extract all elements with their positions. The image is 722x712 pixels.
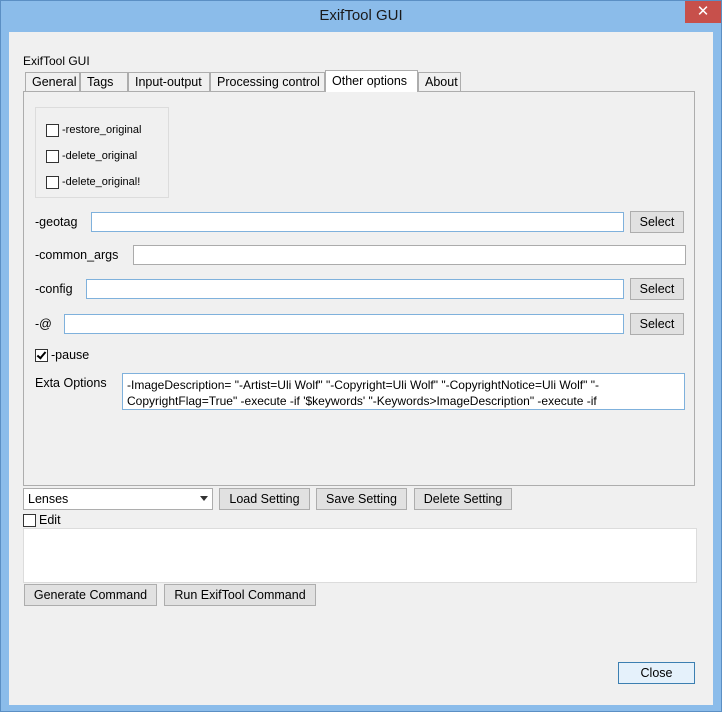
delete-original-force-option[interactable]: -delete_original! — [46, 175, 140, 191]
pause-label: -pause — [51, 348, 90, 362]
command-output[interactable] — [23, 528, 697, 583]
save-setting-button[interactable]: Save Setting — [316, 488, 407, 510]
argfile-label: -@ — [35, 317, 52, 331]
extra-options-label: Exta Options — [35, 376, 107, 390]
delete-original-checkbox[interactable] — [46, 149, 59, 163]
pause-option[interactable]: -pause — [35, 348, 89, 364]
argfile-input[interactable] — [64, 314, 624, 334]
generate-command-button[interactable]: Generate Command — [24, 584, 157, 606]
delete-original-label: -delete_original — [62, 150, 138, 162]
geotag-label: -geotag — [35, 215, 78, 229]
window-title: ExifTool GUI — [319, 7, 403, 24]
config-select-button[interactable]: Select — [630, 278, 684, 300]
close-button[interactable]: Close — [618, 662, 695, 684]
config-input[interactable] — [86, 279, 624, 299]
tab-input-output[interactable]: Input-output — [128, 72, 210, 91]
app-window: ExifTool GUI ✕ ExifTool GUI General Tags… — [0, 0, 722, 712]
delete-original-force-label: -delete_original! — [62, 176, 141, 188]
restore-original-label: -restore_original — [62, 124, 142, 136]
delete-setting-button[interactable]: Delete Setting — [414, 488, 512, 510]
settings-select[interactable]: Lenses — [23, 488, 213, 510]
app-label: ExifTool GUI — [23, 54, 90, 68]
argfile-select-button[interactable]: Select — [630, 313, 684, 335]
tab-tags[interactable]: Tags — [80, 72, 128, 91]
settings-select-value: Lenses — [28, 492, 69, 506]
tab-processing-control[interactable]: Processing control — [210, 72, 325, 91]
edit-option[interactable]: Edit — [23, 513, 61, 529]
extra-options-input[interactable]: -ImageDescription= "-Artist=Uli Wolf" "-… — [122, 373, 685, 410]
window-close-icon[interactable]: ✕ — [685, 1, 721, 23]
tab-about[interactable]: About — [418, 72, 461, 91]
other-options-panel: -restore_original -delete_original -dele… — [23, 91, 695, 486]
config-label: -config — [35, 282, 73, 296]
restore-original-option[interactable]: -restore_original — [46, 123, 141, 139]
original-options-group: -restore_original -delete_original -dele… — [35, 107, 169, 198]
geotag-select-button[interactable]: Select — [630, 211, 684, 233]
tab-other-options[interactable]: Other options — [325, 70, 418, 92]
edit-label: Edit — [39, 513, 61, 527]
restore-original-checkbox[interactable] — [46, 123, 59, 137]
delete-original-option[interactable]: -delete_original — [46, 149, 137, 165]
common-args-label: -common_args — [35, 248, 119, 262]
pause-checkbox[interactable] — [35, 349, 48, 363]
edit-checkbox[interactable] — [23, 514, 36, 528]
tab-general[interactable]: General — [25, 72, 80, 91]
load-setting-button[interactable]: Load Setting — [219, 488, 310, 510]
delete-original-force-checkbox[interactable] — [46, 175, 59, 189]
common-args-input[interactable] — [133, 245, 686, 265]
run-exiftool-command-button[interactable]: Run ExifTool Command — [164, 584, 316, 606]
geotag-input[interactable] — [91, 212, 624, 232]
client-area: ExifTool GUI General Tags Input-output P… — [9, 32, 713, 705]
chevron-down-icon — [200, 496, 208, 501]
